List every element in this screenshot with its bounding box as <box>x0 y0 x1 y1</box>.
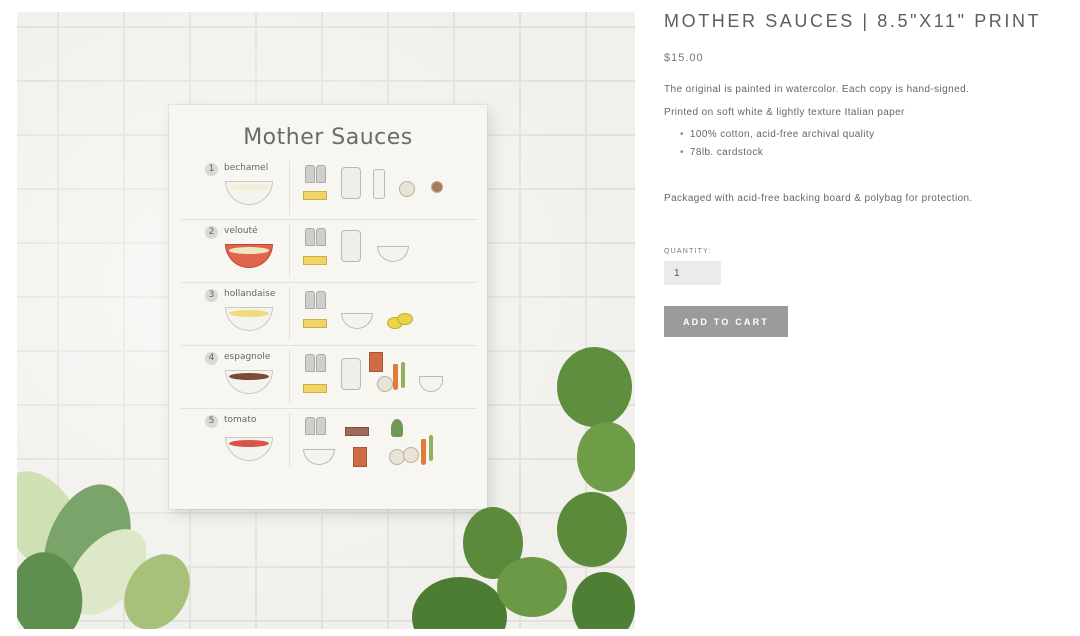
sauce-number: 2 <box>205 226 218 239</box>
poster-sauce-row: 3 hollandaise <box>181 283 477 346</box>
product-title: MOTHER SAUCES | 8.5"X11" PRINT <box>664 11 1042 31</box>
poster-sauce-row: 4 espagnole <box>181 346 477 409</box>
sauce-number: 5 <box>205 415 218 428</box>
poster-sauce-list: 1 bechamel 2 velouté 3 hollandaise 4 esp… <box>181 157 477 471</box>
poster-title: Mother Sauces <box>243 125 413 150</box>
sauce-name: velouté <box>224 226 258 236</box>
product-description-line: Printed on soft white & lightly texture … <box>664 107 905 118</box>
quantity-label: QUANTITY: <box>664 248 712 255</box>
sauce-bowl-illustration <box>225 370 273 394</box>
sauce-number: 4 <box>205 352 218 365</box>
sauce-name: espagnole <box>224 352 271 362</box>
poster-sauce-row: 5 tomato <box>181 409 477 471</box>
sauce-bowl-illustration <box>225 437 273 461</box>
sauce-name: bechamel <box>224 163 269 173</box>
sauce-number: 3 <box>205 289 218 302</box>
sauce-bowl-illustration <box>225 244 273 268</box>
poster-sauce-row: 1 bechamel <box>181 157 477 220</box>
sauce-bowl-illustration <box>225 307 273 331</box>
quantity-input[interactable] <box>664 261 721 285</box>
sauce-name: tomato <box>224 415 257 425</box>
sauce-name: hollandaise <box>224 289 276 299</box>
product-image: Mother Sauces 1 bechamel 2 velouté 3 hol… <box>17 12 635 629</box>
product-price: $15.00 <box>664 52 704 64</box>
feature-item: 78lb. cardstock <box>680 147 875 165</box>
sauce-number: 1 <box>205 163 218 176</box>
feature-item: 100% cotton, acid-free archival quality <box>680 129 875 147</box>
packaging-note: Packaged with acid-free backing board & … <box>664 193 973 204</box>
product-feature-list: 100% cotton, acid-free archival quality … <box>680 129 875 165</box>
poster-print: Mother Sauces 1 bechamel 2 velouté 3 hol… <box>169 105 487 509</box>
product-description-line: The original is painted in watercolor. E… <box>664 84 970 95</box>
add-to-cart-button[interactable]: ADD TO CART <box>664 306 788 337</box>
poster-sauce-row: 2 velouté <box>181 220 477 283</box>
sauce-bowl-illustration <box>225 181 273 205</box>
